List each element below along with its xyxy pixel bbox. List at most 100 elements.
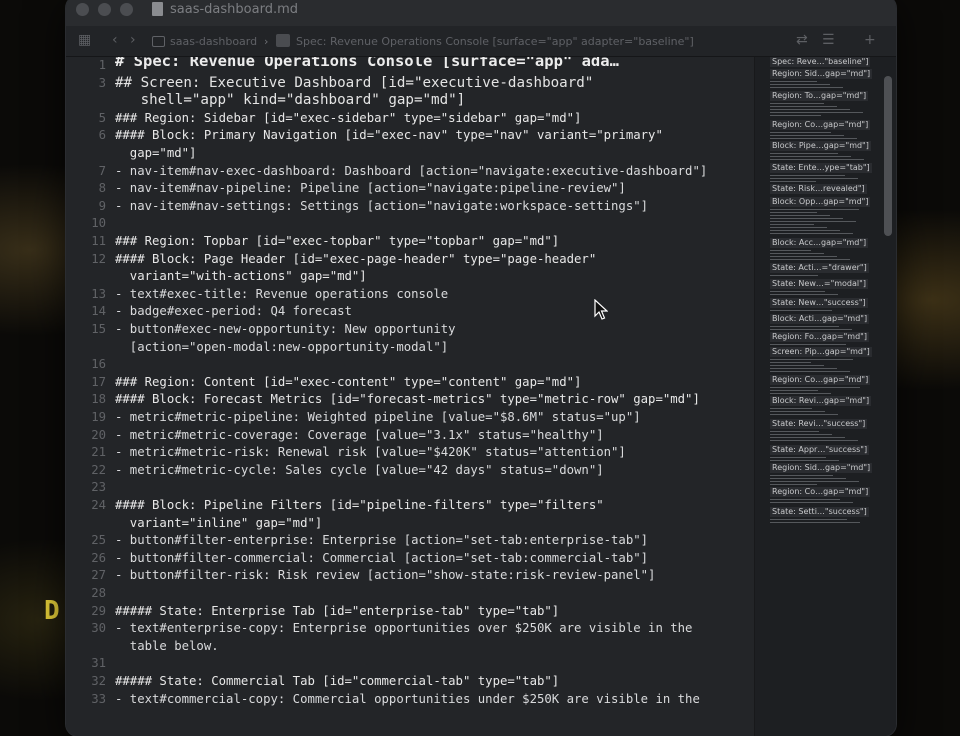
line-text: ### Region: Topbar [id="exec-topbar" typ…	[115, 234, 560, 248]
line-number: 17	[91, 374, 106, 389]
line-number: 32	[91, 674, 106, 688]
add-tab-icon[interactable]: +	[864, 32, 876, 48]
line-text: shell="app" kind="dashboard" gap="md"]	[115, 92, 466, 109]
line-number: 18	[91, 392, 106, 407]
line-text: - metric#metric-pipeline: Weighted pipel…	[115, 410, 641, 424]
outline-item[interactable]: Block: Opp…gap="md"]	[770, 197, 871, 207]
document-icon	[152, 2, 163, 16]
outline-item[interactable]: Spec: Reve…"baseline"]	[770, 57, 871, 67]
outline-item[interactable]: State: Risk…revealed"]	[770, 184, 867, 194]
line-number: 5	[98, 110, 106, 125]
line-text: - button#filter-commercial: Commercial […	[115, 550, 649, 565]
title-bar: saas-dashboard.md	[66, 0, 896, 26]
line-text: - text#commercial-copy: Commercial oppor…	[115, 691, 700, 706]
line-text: - nav-item#nav-pipeline: Pipeline [actio…	[115, 181, 626, 196]
line-text: variant="inline" gap="md"]	[115, 515, 323, 530]
outline-item[interactable]: Block: Acc…gap="md"]	[770, 238, 869, 248]
back-icon[interactable]: ‹	[112, 32, 118, 48]
line-number: 24	[91, 498, 106, 512]
breadcrumb-separator-icon: ›	[264, 35, 269, 48]
outline-preview	[770, 250, 870, 262]
scrollbar[interactable]	[884, 76, 892, 236]
outline-item[interactable]: Region: To…gap="md"]	[770, 91, 869, 101]
line-number: 30	[91, 621, 106, 636]
outline-preview	[770, 153, 870, 162]
line-text: ##### State: Enterprise Tab [id="enterpr…	[115, 603, 560, 618]
editor-content[interactable]: 1 # Spec: Revenue Operations Console [sur…	[66, 57, 754, 736]
line-text: - text#exec-title: Revenue operations co…	[115, 286, 449, 301]
line-number: 8	[98, 181, 106, 196]
outline-item[interactable]: Region: Co…gap="md"]	[770, 120, 871, 130]
outline-item[interactable]: Block: Pipe…gap="md"]	[770, 141, 871, 151]
line-number: 19	[91, 410, 106, 424]
line-text: - metric#metric-coverage: Coverage [valu…	[115, 427, 604, 442]
line-text: - button#filter-enterprise: Enterprise […	[115, 533, 649, 548]
outline-preview	[770, 499, 870, 505]
outline-item[interactable]: Region: Sid…gap="md"]	[770, 463, 873, 473]
line-text: - button#filter-risk: Risk review [actio…	[115, 568, 656, 583]
line-text: - badge#exec-period: Q4 forecast	[115, 304, 352, 319]
line-text: gap="md"]	[115, 146, 197, 160]
line-text: #### Block: Pipeline Filters [id="pipeli…	[115, 498, 604, 512]
outline-preview	[770, 475, 870, 487]
outline-icon[interactable]: ☰	[822, 32, 835, 48]
outline-preview	[770, 175, 870, 184]
line-text: #### Block: Primary Navigation [id="exec…	[115, 128, 663, 143]
line-number: 23	[91, 480, 106, 495]
grid-view-icon[interactable]: ▦	[78, 32, 91, 48]
editor-window: saas-dashboard.md ▦ ‹ › saas-dashboard ›…	[66, 0, 896, 736]
breadcrumb-project[interactable]: saas-dashboard	[170, 35, 257, 48]
line-number: 25	[91, 533, 106, 548]
outline-item[interactable]: State: Revi…"success"]	[770, 419, 868, 429]
outline-item[interactable]: State: Setti…"success"]	[770, 507, 869, 517]
outline-preview	[770, 132, 870, 141]
line-number: 9	[98, 198, 106, 213]
line-text: table below.	[115, 638, 219, 653]
line-number: 1	[98, 58, 106, 72]
line-text: #### Block: Page Header [id="exec-page-h…	[115, 251, 597, 266]
line-number: 15	[91, 322, 106, 336]
outline-preview	[770, 103, 870, 118]
document-outline[interactable]: Spec: Reve…"baseline"] Region: Sid…gap="m…	[754, 57, 896, 736]
outline-preview	[770, 431, 870, 443]
outline-preview	[770, 408, 870, 417]
outline-item[interactable]: Block: Revi…gap="md"]	[770, 396, 872, 406]
forward-icon[interactable]: ›	[130, 32, 136, 48]
line-number: 26	[91, 550, 106, 565]
close-window-button[interactable]	[76, 3, 89, 16]
line-number: 16	[91, 357, 106, 372]
outline-item[interactable]: Region: Co…gap="md"]	[770, 375, 871, 385]
outline-preview	[770, 519, 870, 525]
outline-item[interactable]: State: Ente…ype="tab"]	[770, 163, 872, 173]
outline-item[interactable]: Block: Acti…gap="md"]	[770, 314, 870, 324]
outline-preview	[770, 291, 870, 297]
line-number: 28	[91, 586, 106, 600]
outline-item[interactable]: State: Acti…="drawer"]	[770, 263, 869, 273]
outline-preview	[770, 275, 870, 278]
line-text: ## Screen: Executive Dashboard [id="exec…	[115, 74, 594, 91]
line-text: - nav-item#nav-settings: Settings [actio…	[115, 198, 649, 213]
outline-item[interactable]: State: New…"success"]	[770, 298, 868, 308]
outline-preview	[770, 359, 870, 374]
minimize-window-button[interactable]	[98, 3, 111, 16]
breadcrumb-document[interactable]: Spec: Revenue Operations Console [surfac…	[296, 35, 694, 48]
outline-item[interactable]: Region: Fo…gap="md"]	[770, 332, 869, 342]
outline-item[interactable]: Region: Co…gap="md"]	[770, 487, 871, 497]
line-number: 27	[91, 568, 106, 583]
line-text: - metric#metric-cycle: Sales cycle [valu…	[115, 462, 604, 477]
line-number: 3	[98, 75, 106, 90]
line-number: 31	[91, 656, 106, 671]
outline-item[interactable]: State: New…="modal"]	[770, 279, 868, 289]
line-text: ##### State: Commercial Tab [id="commerc…	[115, 674, 560, 688]
file-icon	[276, 34, 290, 47]
outline-item[interactable]: State: Appr…"success"]	[770, 445, 870, 455]
line-number: 6	[98, 128, 106, 143]
zoom-window-button[interactable]	[120, 3, 133, 16]
swap-icon[interactable]: ⇄	[796, 32, 808, 48]
line-number: 13	[91, 286, 106, 301]
line-text: #### Block: Forecast Metrics [id="foreca…	[115, 392, 700, 407]
outline-item[interactable]: Screen: Pip…gap="md"]	[770, 347, 872, 357]
outline-item[interactable]: Region: Sid…gap="md"]	[770, 69, 873, 79]
line-number: 22	[91, 462, 106, 477]
line-text: # Spec: Revenue Operations Console [surf…	[115, 57, 619, 70]
